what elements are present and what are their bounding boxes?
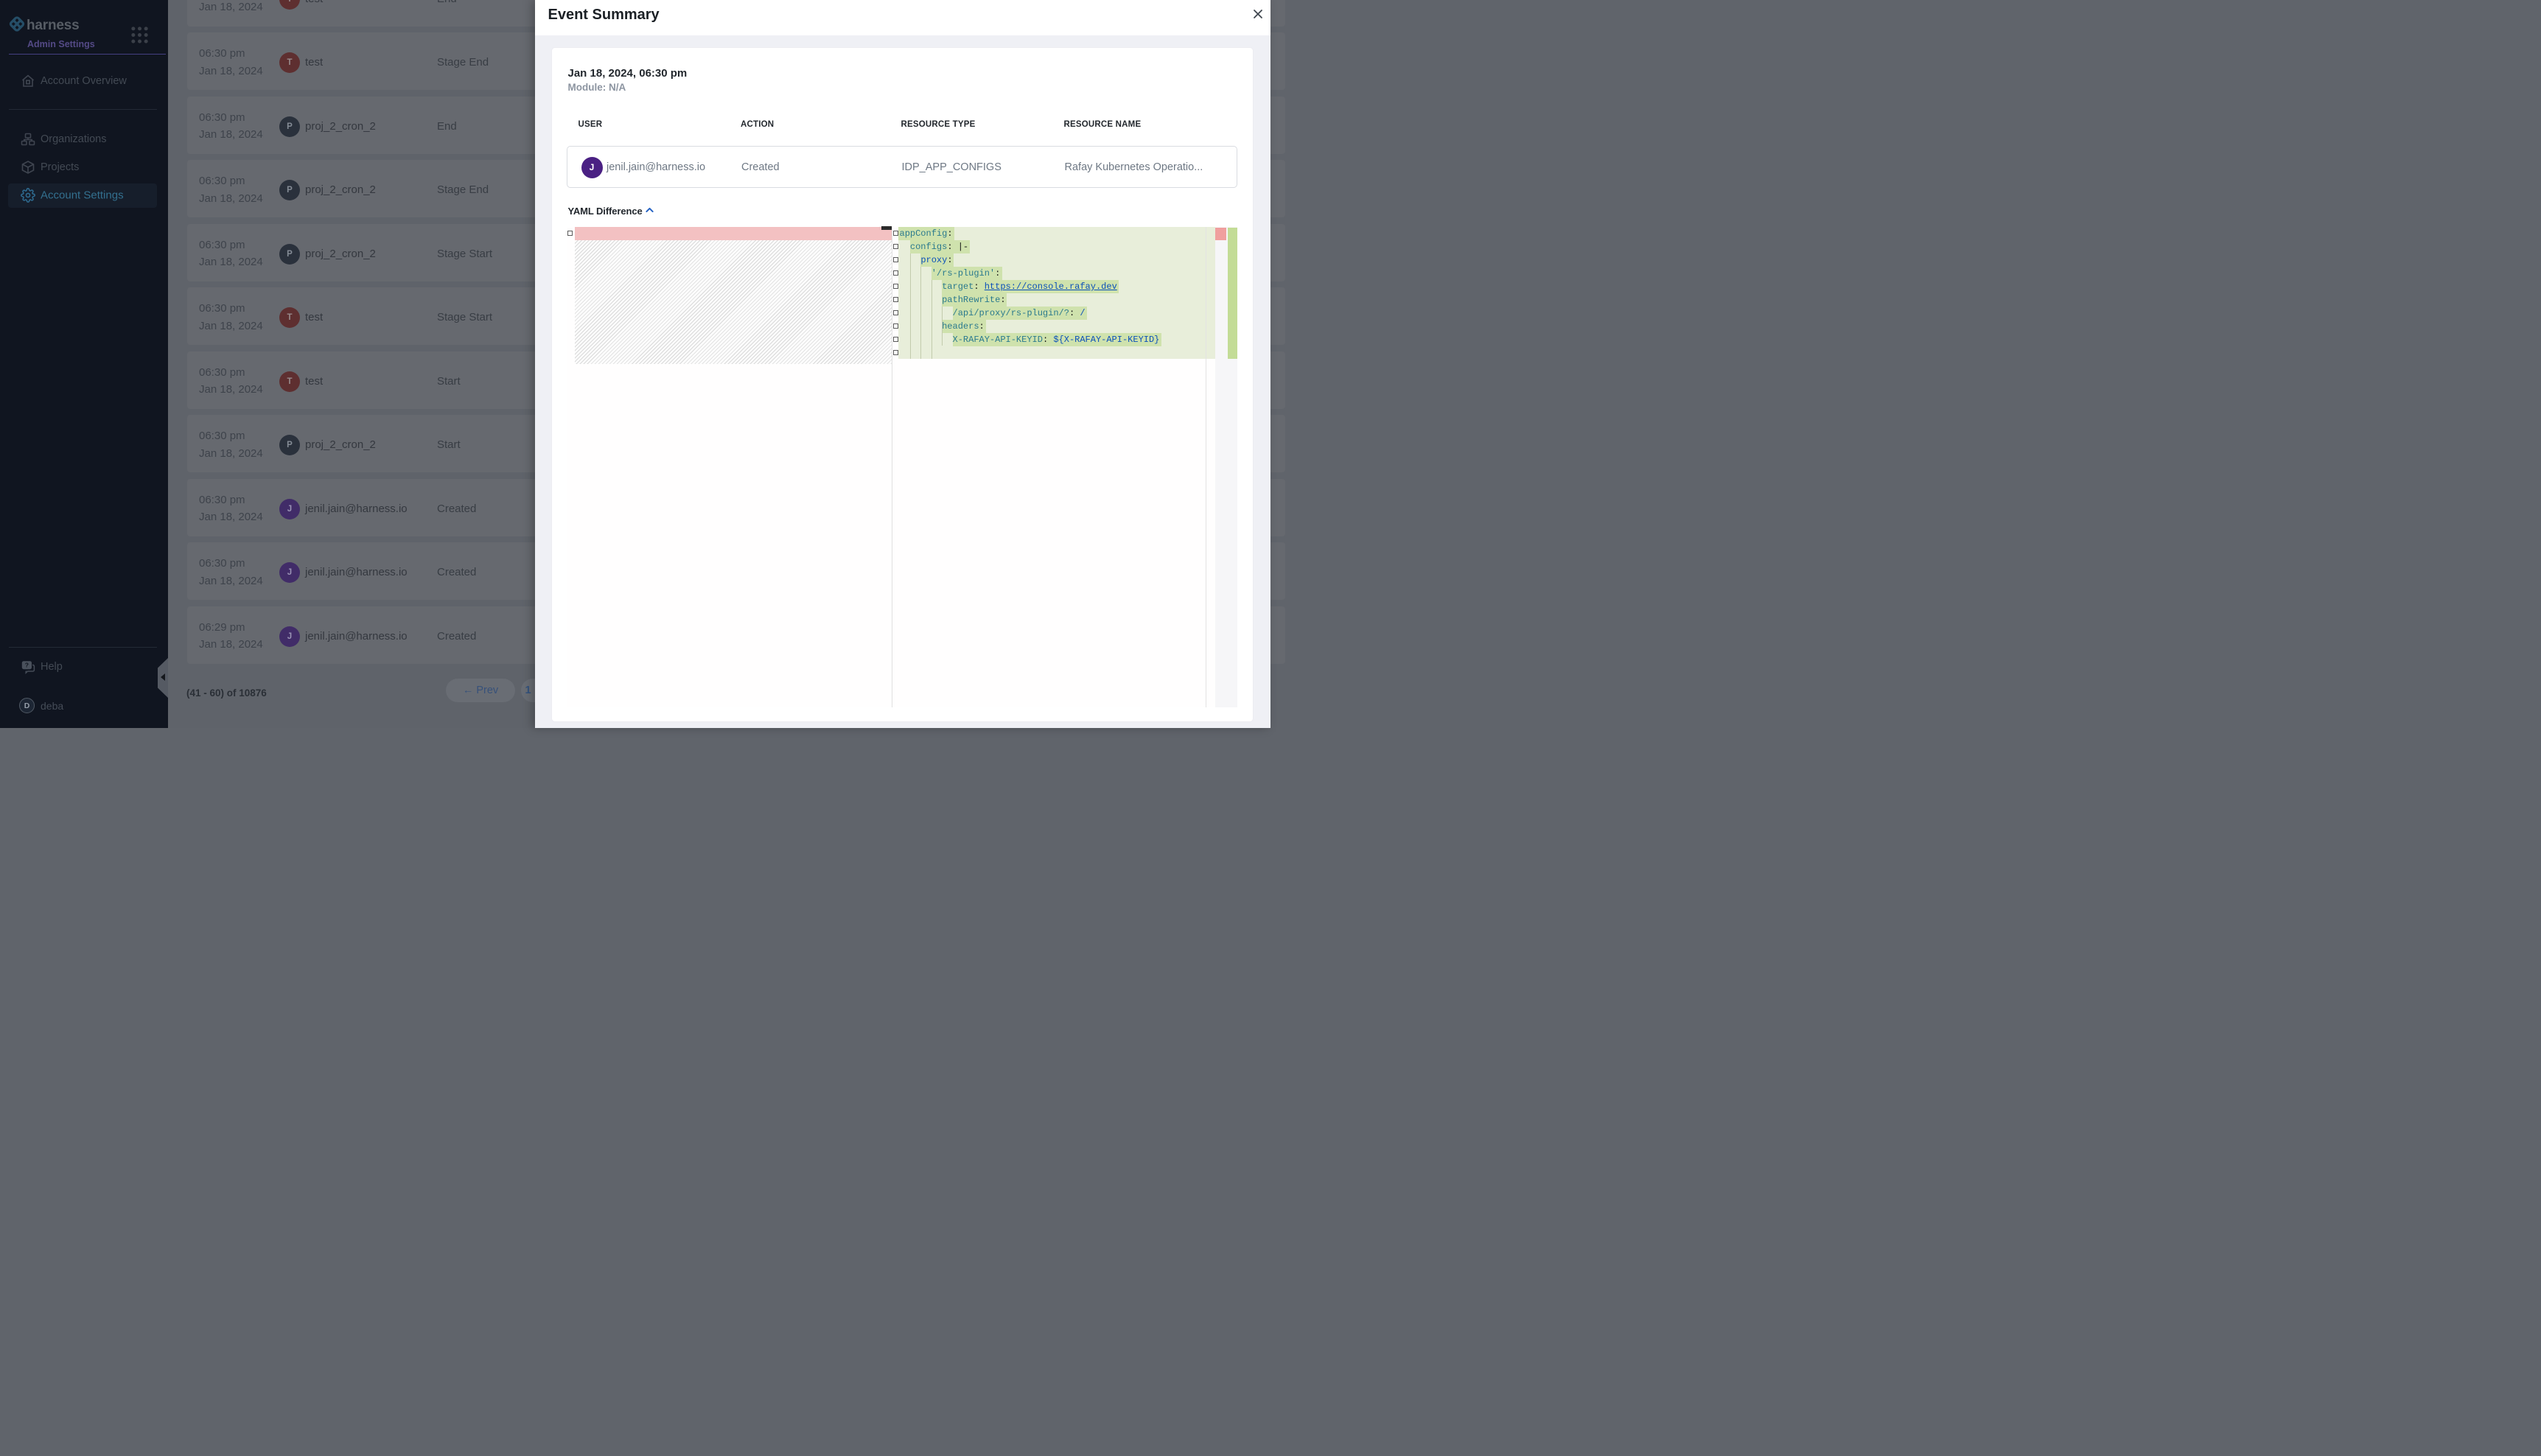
svg-text:?: ?	[25, 662, 29, 669]
